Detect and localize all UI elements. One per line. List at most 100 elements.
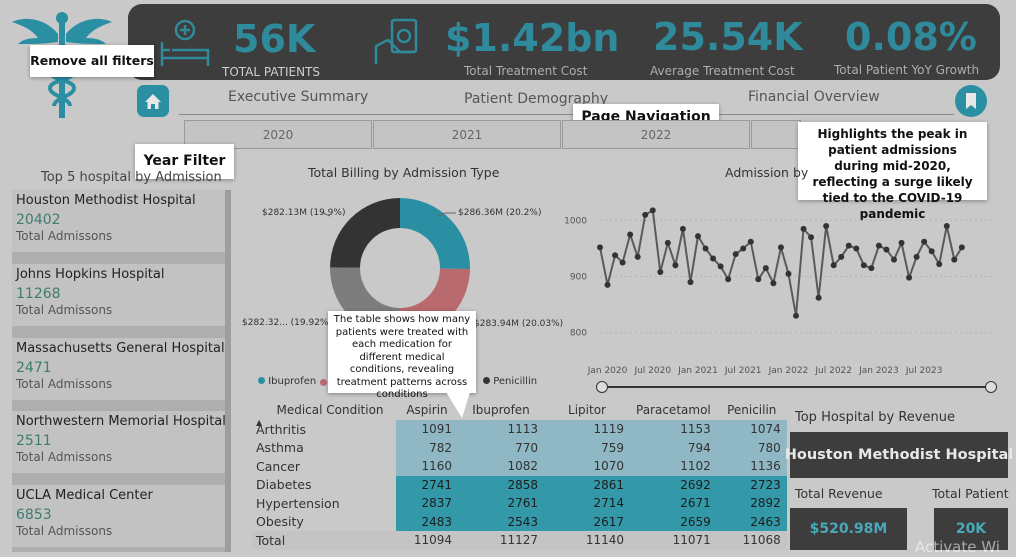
data-point — [717, 263, 724, 270]
hospital-admissions: 2511 — [16, 433, 52, 449]
data-point — [838, 253, 845, 260]
data-point — [823, 223, 830, 230]
value-cell: 794 — [630, 438, 717, 457]
table-row[interactable]: Obesity 2483 2543 2617 2659 2463 — [252, 512, 787, 531]
value-cell: 780 — [716, 438, 787, 457]
nav-divider — [179, 114, 954, 115]
data-point — [702, 245, 709, 252]
total-revenue-card: $520.98M — [790, 508, 907, 550]
kpi-avg-label: Average Treatment Cost — [650, 64, 795, 78]
data-point — [928, 248, 935, 255]
y-tick-label: 900 — [570, 273, 587, 283]
data-point — [619, 259, 626, 266]
value-cell: 2543 — [458, 512, 544, 531]
value-cell: 1136 — [716, 457, 787, 476]
data-point — [725, 276, 732, 283]
value-cell: 1074 — [716, 420, 787, 439]
data-point — [762, 265, 769, 272]
hospital-card[interactable]: Massachusetts General Hospital 2471 Tota… — [12, 338, 225, 400]
data-point — [830, 262, 837, 269]
table-header-row: Medical Condition Aspirin Ibuprofen Lipi… — [252, 400, 787, 420]
condition-cell: Diabetes — [256, 477, 312, 493]
value-cell: 1113 — [458, 420, 544, 439]
table-row[interactable]: Cancer 1160 1082 1070 1102 1136 — [252, 457, 787, 476]
hospital-card[interactable]: Houston Methodist Hospital 20402 Total A… — [12, 190, 225, 252]
tab-executive-summary[interactable]: Executive Summary — [228, 89, 368, 105]
hospital-card[interactable]: Johns Hopkins Hospital 11268 Total Admis… — [12, 264, 225, 326]
data-point — [755, 276, 762, 283]
year-button-2021[interactable]: 2021 — [373, 120, 561, 149]
peak-tooltip: Highlights the peak in patient admission… — [798, 122, 987, 221]
data-point — [740, 245, 747, 252]
table-row[interactable]: Asthma 782 770 759 794 780 — [252, 438, 787, 457]
value-cell: 11127 — [458, 531, 544, 550]
data-point — [657, 269, 664, 276]
table-row[interactable]: Arthritis 1091 1113 1119 1153 1074 — [252, 420, 787, 439]
date-range-slider-start-handle[interactable] — [596, 381, 608, 393]
data-point — [793, 312, 799, 319]
data-point — [672, 262, 679, 269]
table-header[interactable]: Medical Condition — [252, 400, 396, 420]
revenue-title: Top Hospital by Revenue — [795, 410, 955, 425]
value-cell: 2714 — [544, 494, 630, 513]
year-button-2023[interactable] — [751, 120, 801, 149]
tab-financial-overview[interactable]: Financial Overview — [748, 89, 880, 105]
legend-penicillin: Penicillin — [493, 376, 538, 387]
x-tick-label: Jul 2023 — [905, 366, 943, 376]
top-hospitals-scrollbar[interactable] — [225, 190, 231, 552]
value-cell: 2671 — [630, 494, 717, 513]
x-tick-label: Jan 2020 — [587, 366, 628, 376]
table-header[interactable]: Aspirin — [396, 400, 458, 420]
donut-legend-dot — [320, 379, 327, 386]
value-cell: 1082 — [458, 457, 544, 476]
hospital-admissions-label: Total Admissons — [16, 229, 113, 243]
data-point — [808, 234, 815, 241]
money-hand-icon — [374, 18, 418, 64]
table-header[interactable]: Lipitor — [544, 400, 630, 420]
x-tick-label: Jul 2022 — [814, 366, 852, 376]
value-cell: 11140 — [544, 531, 630, 550]
table-row[interactable]: Diabetes 2741 2858 2861 2692 2723 — [252, 475, 787, 494]
kpi-avg-value: 25.54K — [653, 15, 803, 59]
legend-dot — [258, 377, 265, 384]
value-cell: 782 — [396, 438, 458, 457]
kpi-yoy-value: 0.08% — [845, 15, 977, 59]
data-point — [634, 253, 641, 260]
table-header[interactable]: Penicilin — [717, 400, 787, 420]
hospital-card[interactable]: Northwestern Memorial Hospital 2511 Tota… — [12, 411, 226, 473]
total-revenue-value: $520.98M — [809, 521, 888, 537]
table-header[interactable]: Ibuprofen — [458, 400, 544, 420]
value-cell: 11071 — [630, 531, 717, 550]
hospital-admissions-label: Total Admissons — [16, 524, 113, 538]
data-point — [853, 245, 860, 252]
data-point — [868, 265, 875, 272]
data-point — [913, 253, 920, 260]
bookmark-icon — [966, 93, 976, 109]
date-range-slider-track — [602, 386, 992, 388]
year-button-2022[interactable]: 2022 — [562, 120, 750, 149]
hospital-card[interactable]: UCLA Medical Center 6853 Total Admissons — [12, 485, 225, 547]
data-point — [649, 207, 656, 214]
date-range-slider-end-handle[interactable] — [985, 381, 997, 393]
bookmark-button[interactable] — [955, 85, 987, 117]
kpi-yoy-label: Total Patient YoY Growth — [834, 63, 980, 77]
legend-dot — [483, 377, 490, 384]
data-point — [943, 223, 950, 230]
value-cell: 1091 — [396, 420, 458, 439]
data-point — [687, 279, 694, 286]
hospital-name: UCLA Medical Center — [16, 488, 153, 503]
table-row[interactable]: Hypertension 2837 2761 2714 2671 2892 — [252, 494, 787, 513]
hospital-admissions: 11268 — [16, 286, 61, 302]
top-hospitals-title: Top 5 hospital by Admission — [41, 170, 222, 185]
data-point — [958, 244, 965, 251]
condition-cell: Total — [252, 531, 396, 550]
table-tooltip: The table shows how many patients were t… — [328, 311, 476, 400]
home-button[interactable] — [137, 85, 169, 117]
table-total-row[interactable]: Total 11094 11127 11140 11071 11068 — [252, 531, 787, 550]
table-header[interactable]: Paracetamol — [630, 400, 717, 420]
hospital-admissions-label: Total Admissons — [16, 303, 113, 317]
y-tick-label: 800 — [570, 329, 587, 339]
total-revenue-label: Total Revenue — [795, 486, 883, 501]
remove-filters-text: Remove all filters — [30, 53, 154, 68]
total-patient-value: 20K — [955, 521, 987, 537]
